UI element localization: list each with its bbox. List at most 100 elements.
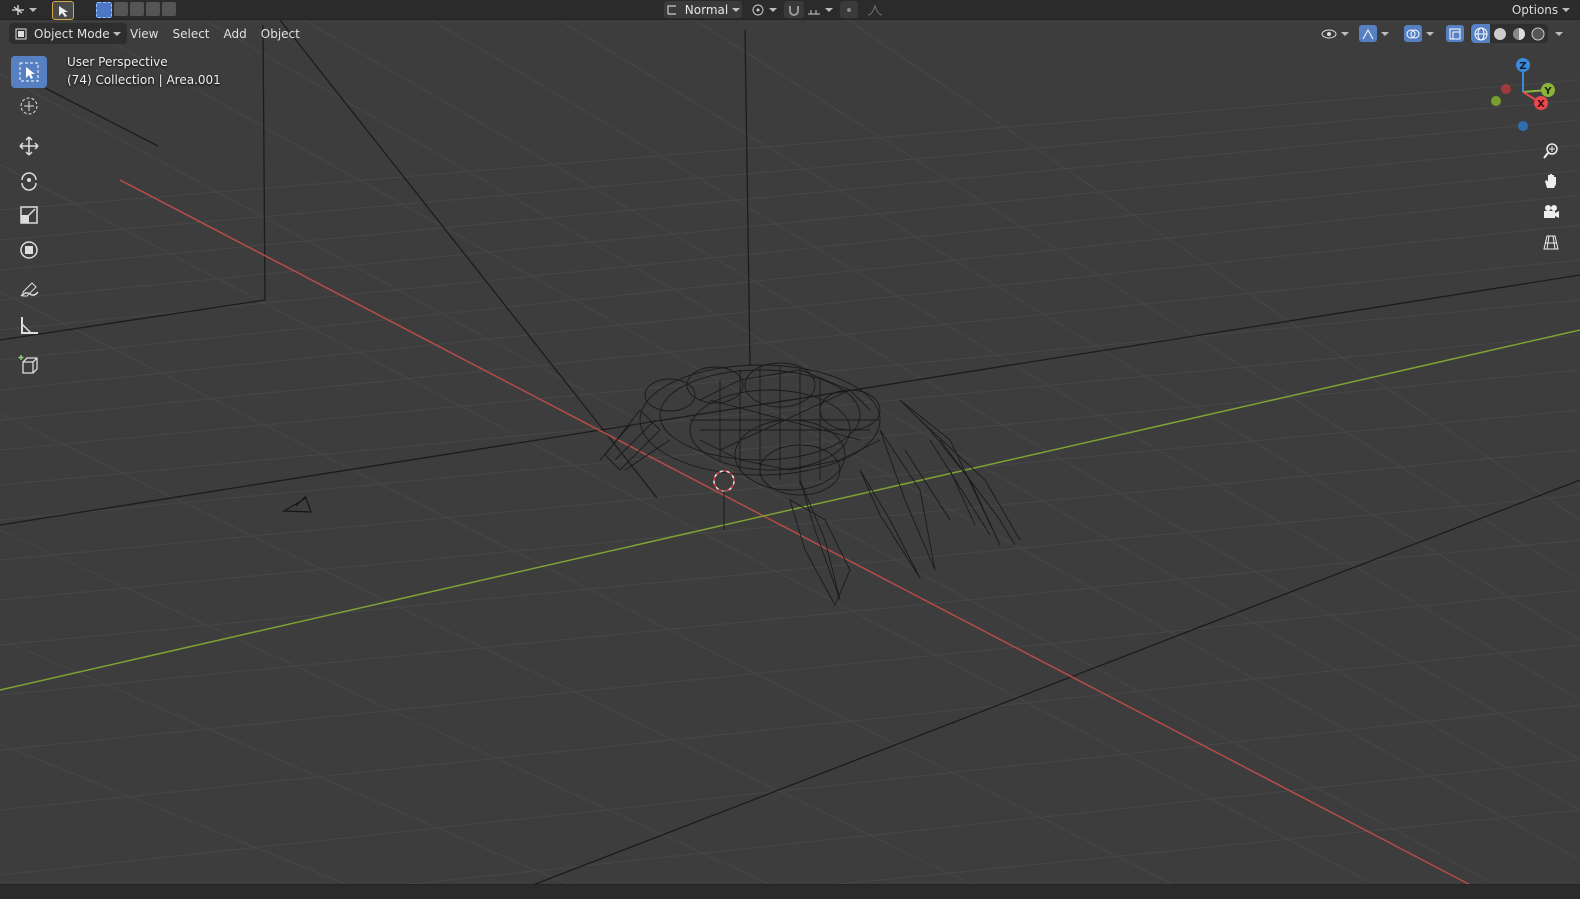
shading-options-dropdown[interactable] bbox=[1550, 24, 1564, 43]
status-bar bbox=[0, 884, 1580, 899]
chevron-down-icon bbox=[825, 7, 833, 12]
pivot-icon bbox=[752, 4, 764, 15]
selection-mode-group bbox=[88, 1, 184, 18]
pan-button[interactable] bbox=[1537, 167, 1565, 195]
move-tool[interactable] bbox=[11, 130, 47, 162]
scale-tool[interactable] bbox=[11, 199, 47, 231]
select-extend-icon[interactable] bbox=[114, 1, 128, 16]
zoom-button[interactable] bbox=[1537, 137, 1565, 165]
chevron-down-icon bbox=[732, 7, 741, 12]
object-mode-icon bbox=[15, 28, 27, 39]
measure-icon bbox=[21, 317, 38, 334]
measure-tool[interactable] bbox=[11, 309, 47, 341]
snap-target-dropdown[interactable] bbox=[806, 1, 834, 18]
chevron-down-icon bbox=[1555, 31, 1563, 36]
rendered-shading-button[interactable] bbox=[1528, 27, 1547, 41]
xray-icon bbox=[1449, 28, 1461, 39]
camera-icon bbox=[1544, 205, 1559, 218]
navigation-gizmo[interactable]: Z Y X bbox=[1485, 52, 1575, 142]
overlays-dropdown[interactable] bbox=[1400, 24, 1438, 43]
ortho-toggle-button[interactable] bbox=[1537, 228, 1565, 256]
annotate-icon bbox=[20, 282, 39, 297]
viewport-3d[interactable] bbox=[0, 0, 1580, 898]
material-sphere-icon bbox=[1512, 27, 1525, 40]
proportional-edit-toggle[interactable] bbox=[840, 1, 858, 18]
magnet-icon bbox=[789, 5, 799, 16]
menu-add[interactable]: Add bbox=[217, 24, 254, 44]
shading-mode-group bbox=[1470, 24, 1548, 43]
gizmo-neg-x[interactable] bbox=[1501, 84, 1511, 94]
chevron-down-icon bbox=[113, 31, 121, 36]
select-tool-button[interactable] bbox=[52, 1, 74, 20]
falloff-dropdown[interactable] bbox=[862, 1, 888, 18]
grid-view-icon bbox=[1543, 235, 1559, 250]
menu-object[interactable]: Object bbox=[254, 24, 307, 44]
zoom-icon bbox=[1543, 143, 1558, 159]
add-cube-tool[interactable] bbox=[11, 349, 47, 381]
gizmo-dropdown[interactable] bbox=[1356, 24, 1392, 43]
select-box-tool[interactable] bbox=[11, 56, 47, 88]
wireframe-shading-button[interactable] bbox=[1471, 24, 1490, 43]
editor-type-icon bbox=[12, 4, 24, 15]
xray-toggle[interactable] bbox=[1445, 24, 1465, 43]
chevron-down-icon bbox=[1341, 31, 1349, 36]
tool-settings-bar: Normal Options bbox=[0, 0, 1580, 20]
object-mode-dropdown[interactable]: Object Mode bbox=[9, 23, 127, 44]
select-intersect-icon[interactable] bbox=[162, 1, 176, 16]
collection-label: (74) Collection | Area.001 bbox=[67, 73, 221, 87]
chevron-down-icon bbox=[1562, 7, 1571, 12]
perspective-label: User Perspective bbox=[67, 55, 168, 69]
hand-icon bbox=[1545, 174, 1556, 188]
transform-orientation-dropdown[interactable]: Normal bbox=[664, 1, 742, 18]
rotate-tool[interactable] bbox=[11, 164, 47, 196]
solid-shading-button[interactable] bbox=[1490, 27, 1509, 41]
chevron-down-icon bbox=[29, 7, 37, 12]
gizmo-y-label: Y bbox=[1543, 86, 1552, 97]
camera-view-button[interactable] bbox=[1537, 198, 1565, 226]
gizmo-z-label: Z bbox=[1519, 61, 1526, 72]
chevron-down-icon bbox=[769, 7, 777, 12]
rendered-sphere-icon bbox=[1531, 27, 1544, 40]
snap-toggle[interactable] bbox=[784, 1, 804, 18]
rotate-icon bbox=[21, 172, 37, 191]
select-box-icon bbox=[19, 62, 39, 82]
gizmo-icon bbox=[1362, 28, 1374, 39]
orientation-icon bbox=[667, 4, 676, 15]
editor-type-dropdown[interactable] bbox=[8, 1, 40, 18]
material-shading-button[interactable] bbox=[1509, 27, 1528, 41]
snap-increment-icon bbox=[808, 9, 820, 14]
eye-icon bbox=[1321, 29, 1337, 38]
menu-select[interactable]: Select bbox=[165, 24, 216, 44]
falloff-curve-icon bbox=[867, 3, 883, 15]
proportional-edit-icon bbox=[847, 7, 851, 12]
chevron-down-icon bbox=[1381, 31, 1389, 36]
viewport-header: Object Mode View Select Add Object bbox=[0, 20, 1580, 47]
select-subtract-icon[interactable] bbox=[130, 1, 144, 16]
select-new-icon[interactable] bbox=[96, 1, 112, 18]
pivot-point-dropdown[interactable] bbox=[750, 1, 778, 18]
header-menu: View Select Add Object bbox=[123, 23, 307, 44]
options-dropdown[interactable]: Options bbox=[1506, 1, 1576, 18]
select-invert-icon[interactable] bbox=[146, 1, 160, 16]
cursor-tool[interactable] bbox=[11, 90, 47, 122]
move-icon bbox=[19, 136, 39, 156]
transform-tool[interactable] bbox=[11, 234, 47, 266]
add-cube-icon bbox=[18, 355, 38, 374]
mode-label: Object Mode bbox=[34, 26, 110, 41]
wireframe-sphere-icon bbox=[1474, 27, 1487, 40]
transform-icon bbox=[20, 241, 38, 259]
cursor-icon bbox=[20, 97, 38, 115]
gizmo-neg-y[interactable] bbox=[1491, 96, 1501, 106]
visibility-dropdown[interactable] bbox=[1320, 24, 1350, 43]
overlays-icon bbox=[1406, 29, 1420, 38]
menu-view[interactable]: View bbox=[123, 24, 165, 44]
options-label: Options bbox=[1511, 2, 1559, 17]
annotate-tool[interactable] bbox=[11, 274, 47, 306]
scale-icon bbox=[20, 206, 38, 224]
gizmo-x-label: X bbox=[1537, 99, 1545, 110]
chevron-down-icon bbox=[1426, 31, 1434, 36]
transform-orientation-label: Normal bbox=[684, 2, 729, 17]
pointer-icon bbox=[59, 5, 68, 17]
solid-sphere-icon bbox=[1493, 27, 1506, 40]
gizmo-neg-z[interactable] bbox=[1518, 121, 1528, 131]
